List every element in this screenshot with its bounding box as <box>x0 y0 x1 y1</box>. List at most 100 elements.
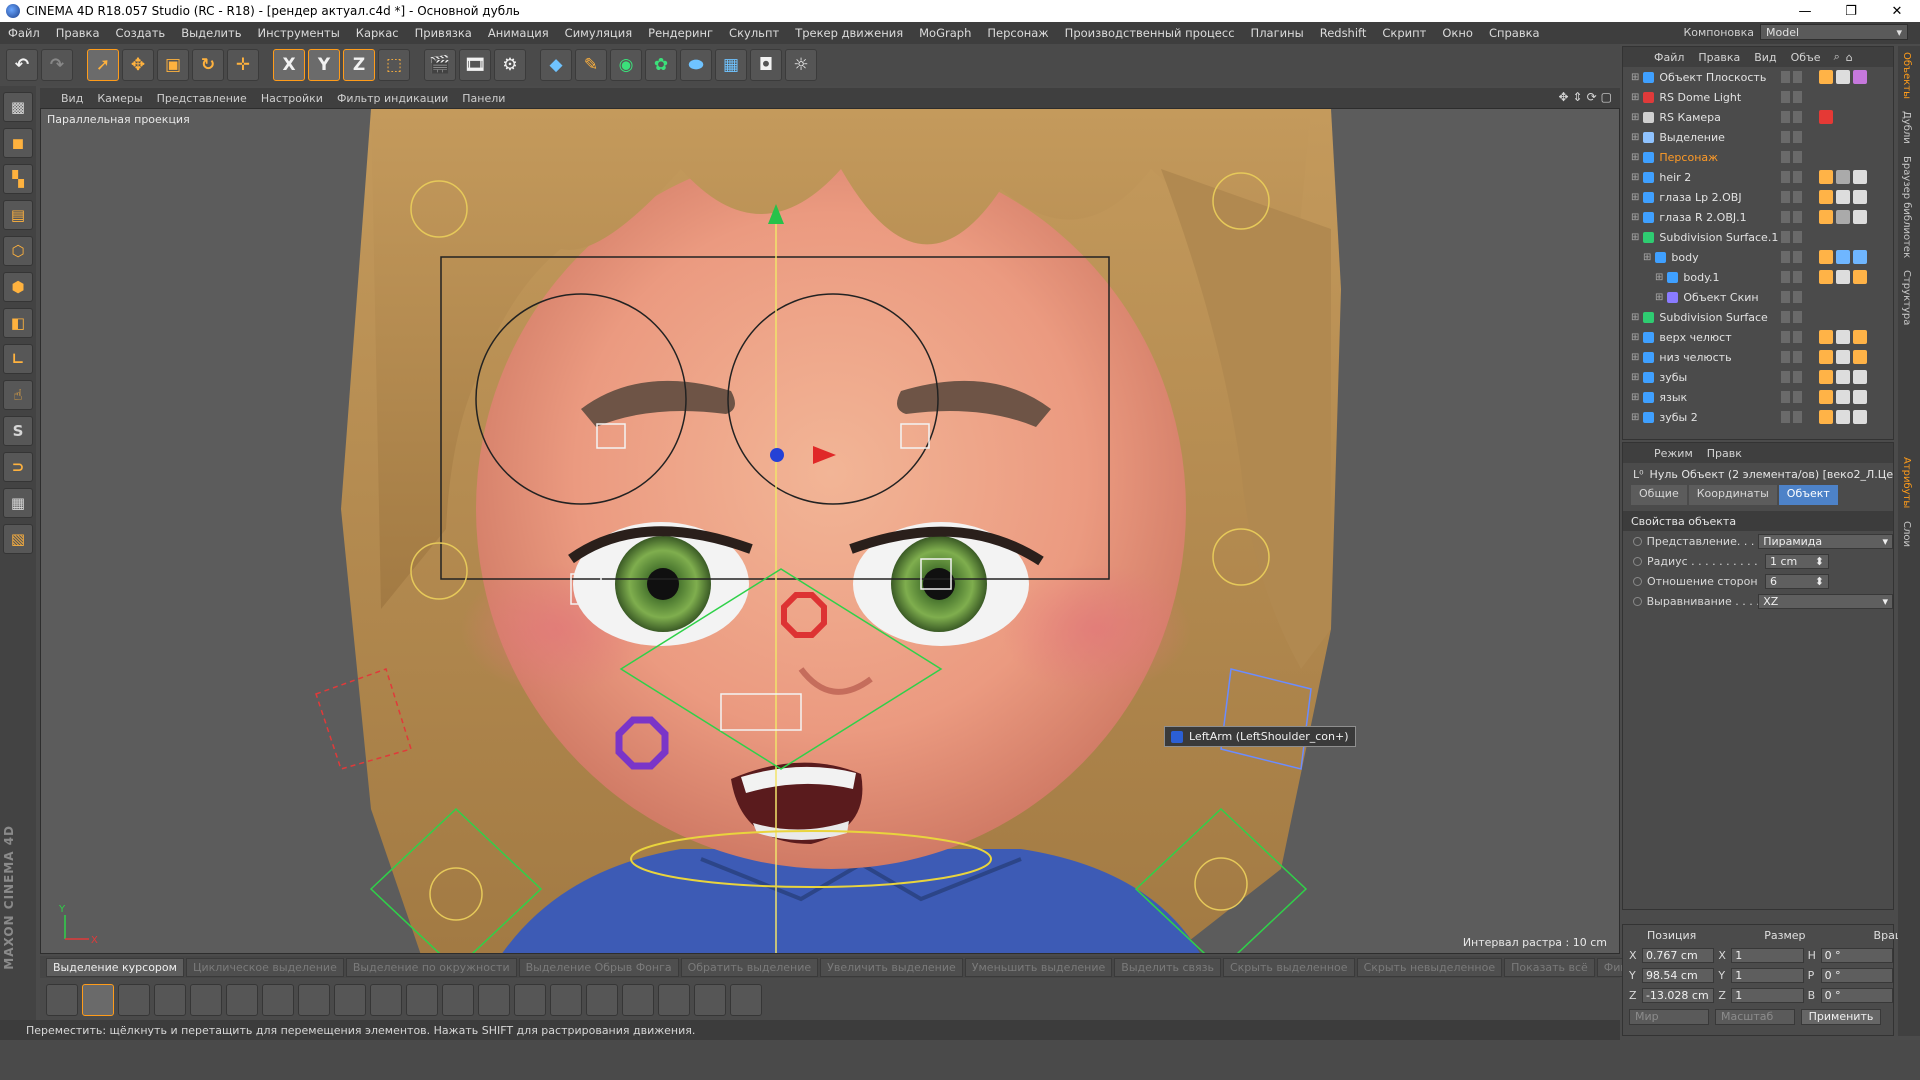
home-icon[interactable]: ⌂ <box>1846 51 1853 64</box>
set-point-value-icon[interactable] <box>586 984 618 1016</box>
knife-tool-icon[interactable] <box>46 984 78 1016</box>
expand-icon[interactable]: ⊞ <box>1631 72 1639 83</box>
polygon-pen-icon[interactable] <box>118 984 150 1016</box>
y-axis-lock-icon[interactable]: Y <box>308 49 340 81</box>
property-input[interactable]: 6 ⬍ <box>1765 573 1829 589</box>
menu-item[interactable]: Скрипт <box>1374 26 1434 40</box>
object-row[interactable]: ⊞ body.1 <box>1623 267 1893 287</box>
object-row[interactable]: ⊞ RS Dome Light <box>1623 87 1893 107</box>
make-editable-icon[interactable]: ▩ <box>3 92 33 122</box>
visibility-flags[interactable] <box>1781 271 1803 283</box>
size-input[interactable]: 1 <box>1731 987 1804 1003</box>
minimize-button[interactable]: — <box>1782 0 1828 22</box>
zoom-icon[interactable]: ⇕ <box>1573 90 1583 104</box>
align-normals-icon[interactable] <box>622 984 654 1016</box>
material-tag-icon[interactable] <box>1836 270 1850 284</box>
redo-icon[interactable]: ↷ <box>41 49 73 81</box>
expand-icon[interactable]: ⊞ <box>1643 252 1651 263</box>
x-axis-lock-icon[interactable]: X <box>273 49 305 81</box>
cloner-icon[interactable]: ✿ <box>645 49 677 81</box>
material-tag-icon[interactable] <box>1836 410 1850 424</box>
material-tag-icon[interactable] <box>1853 250 1867 264</box>
animate-radio-icon[interactable] <box>1633 596 1642 606</box>
object-manager-menu-item[interactable]: Файл <box>1647 51 1691 64</box>
visibility-flags[interactable] <box>1781 251 1803 263</box>
maximize-button[interactable]: ❐ <box>1828 0 1874 22</box>
visibility-flags[interactable] <box>1781 331 1803 343</box>
optimize-icon[interactable] <box>658 984 690 1016</box>
attribute-tab[interactable]: Объект <box>1778 485 1838 505</box>
workplane-lock-icon[interactable]: ▦ <box>3 488 33 518</box>
selection-command-button[interactable]: Выделение Обрыв Фонга <box>518 957 679 977</box>
position-input[interactable]: 98.54 cm <box>1641 967 1715 983</box>
brush-tool-icon[interactable] <box>82 984 114 1016</box>
object-row[interactable]: ⊞ heir 2 <box>1623 167 1893 187</box>
expand-icon[interactable]: ⊞ <box>1631 312 1639 323</box>
side-tab[interactable]: Объекты <box>1898 46 1915 105</box>
expand-icon[interactable]: ⊞ <box>1631 232 1639 243</box>
position-input[interactable]: 0.767 cm <box>1641 947 1715 963</box>
model-mode-icon[interactable]: ◼ <box>3 128 33 158</box>
viewport-3d[interactable]: Y X Параллельная проекция Интервал растр… <box>40 108 1620 954</box>
menu-item[interactable]: Инструменты <box>250 26 348 40</box>
visibility-flags[interactable] <box>1781 191 1803 203</box>
object-manager-menu-item[interactable]: Объе <box>1784 51 1828 64</box>
menu-item[interactable]: Каркас <box>348 26 407 40</box>
menu-item[interactable]: Справка <box>1481 26 1548 40</box>
menu-item[interactable]: Рендеринг <box>640 26 721 40</box>
attribute-menu-item[interactable]: Правк <box>1700 447 1749 460</box>
slide-icon[interactable] <box>478 984 510 1016</box>
camera-icon[interactable]: ◘ <box>750 49 782 81</box>
material-tag-icon[interactable] <box>1853 210 1867 224</box>
size-input[interactable]: 1 <box>1731 947 1804 963</box>
orbit-icon[interactable]: ⟳ <box>1587 90 1597 104</box>
visibility-flags[interactable] <box>1781 391 1803 403</box>
stitch-icon[interactable] <box>406 984 438 1016</box>
menu-item[interactable]: Скульпт <box>721 26 787 40</box>
menu-item[interactable]: Трекер движения <box>787 26 911 40</box>
weld-icon[interactable] <box>442 984 474 1016</box>
object-row[interactable]: ⊞ Объект Плоскость <box>1623 67 1893 87</box>
viewport-menu-item[interactable]: Представление <box>150 92 254 105</box>
size-mode-select[interactable]: Масштаб <box>1715 1009 1795 1025</box>
object-manager-menu-item[interactable]: Вид <box>1747 51 1783 64</box>
selection-command-button[interactable]: Выделение курсором <box>46 957 184 977</box>
extrude-inner-icon[interactable] <box>190 984 222 1016</box>
material-tag-icon[interactable] <box>1819 110 1833 124</box>
object-row[interactable]: ⊞ зубы 2 <box>1623 407 1893 427</box>
visibility-flags[interactable] <box>1781 291 1803 303</box>
menu-item[interactable]: Создать <box>108 26 174 40</box>
planar-workplane-icon[interactable]: ▧ <box>3 524 33 554</box>
selection-command-button[interactable]: Скрыть выделенное <box>1222 957 1355 977</box>
visibility-flags[interactable] <box>1781 131 1803 143</box>
object-row[interactable]: ⊞ верх челюст <box>1623 327 1893 347</box>
rotation-input[interactable]: 0 ° <box>1820 987 1893 1003</box>
object-row[interactable]: ⊞ RS Камера <box>1623 107 1893 127</box>
scale-tool-icon[interactable]: ▣ <box>157 49 189 81</box>
visibility-flags[interactable] <box>1781 231 1803 243</box>
expand-icon[interactable]: ⊞ <box>1631 352 1639 363</box>
extrude-icon[interactable] <box>154 984 186 1016</box>
menu-item[interactable]: Персонаж <box>979 26 1056 40</box>
material-tag-icon[interactable] <box>1836 170 1850 184</box>
object-row[interactable]: ⊞ Объект Скин <box>1623 287 1893 307</box>
material-tag-icon[interactable] <box>1853 170 1867 184</box>
object-row[interactable]: ⊞ глаза Lp 2.OBJ <box>1623 187 1893 207</box>
expand-icon[interactable]: ⊞ <box>1631 372 1639 383</box>
expand-icon[interactable]: ⊞ <box>1631 132 1639 143</box>
bridge-icon[interactable] <box>262 984 294 1016</box>
expand-icon[interactable]: ⊞ <box>1631 152 1639 163</box>
material-tag-icon[interactable] <box>1819 250 1833 264</box>
material-tag-icon[interactable] <box>1819 350 1833 364</box>
visibility-flags[interactable] <box>1781 211 1803 223</box>
object-row[interactable]: ⊞ низ челюсть <box>1623 347 1893 367</box>
edges-mode-icon[interactable]: ⬢ <box>3 272 33 302</box>
property-dropdown[interactable]: XZ ▾ <box>1758 593 1894 609</box>
material-tag-icon[interactable] <box>1819 330 1833 344</box>
material-tag-icon[interactable] <box>1853 350 1867 364</box>
property-dropdown[interactable]: Пирамида ▾ <box>1758 533 1894 549</box>
coordinate-space-select[interactable]: Мир <box>1629 1009 1709 1025</box>
attribute-tab[interactable]: Координаты <box>1688 485 1777 505</box>
close-polygon-hole-icon[interactable] <box>298 984 330 1016</box>
menu-item[interactable]: Симуляция <box>557 26 640 40</box>
